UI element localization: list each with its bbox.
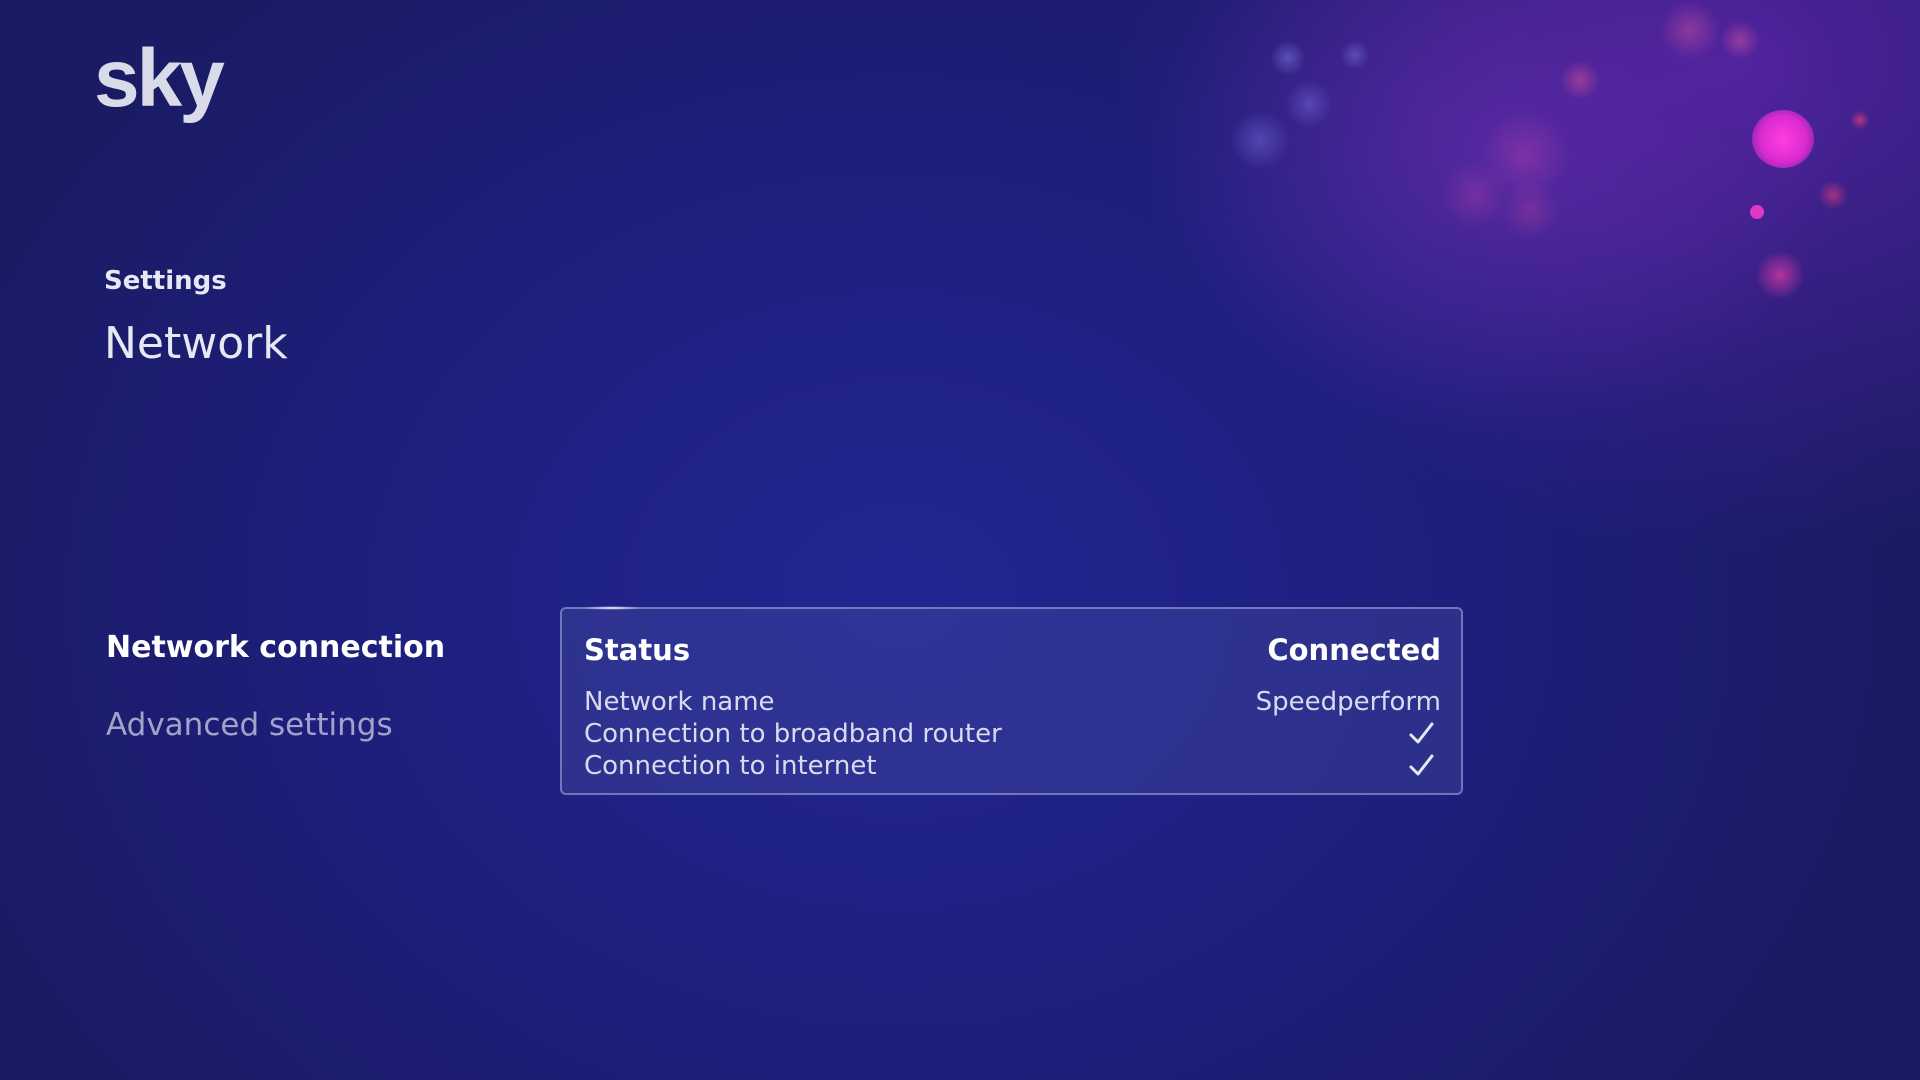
- decorative-bokeh: [1480, 110, 1570, 200]
- decorative-bokeh: [1752, 110, 1814, 168]
- network-status-panel: Status Connected Network name Speedperfo…: [560, 606, 1463, 795]
- page-title: Network: [104, 318, 288, 369]
- network-name-row: Network name Speedperform: [584, 687, 1441, 717]
- breadcrumb: Settings: [104, 266, 227, 296]
- menu-item-network-connection[interactable]: Network connection: [106, 630, 445, 665]
- sky-logo: sky: [94, 33, 225, 124]
- decorative-bokeh: [1285, 80, 1333, 128]
- internet-connection-row: Connection to internet: [584, 751, 1441, 781]
- decorative-bokeh: [1560, 60, 1600, 100]
- decorative-bokeh: [1230, 110, 1290, 170]
- decorative-bokeh: [1818, 180, 1848, 210]
- menu-item-advanced-settings[interactable]: Advanced settings: [106, 707, 393, 743]
- checkmark-icon: [1409, 754, 1434, 776]
- decorative-bokeh: [1340, 40, 1370, 70]
- router-connection-row: Connection to broadband router: [584, 719, 1441, 749]
- status-row: Status Connected: [584, 633, 1441, 667]
- decorative-bokeh: [1440, 160, 1510, 230]
- status-label: Status: [584, 633, 691, 667]
- network-name-value: Speedperform: [1255, 687, 1441, 717]
- decorative-bokeh: [1660, 0, 1720, 60]
- decorative-bokeh: [1750, 205, 1764, 219]
- internet-connection-label: Connection to internet: [584, 751, 877, 781]
- focus-glow: [582, 606, 642, 610]
- decorative-bokeh: [1850, 110, 1870, 130]
- network-name-label: Network name: [584, 687, 775, 717]
- decorative-bokeh: [1500, 180, 1560, 240]
- decorative-bokeh: [1720, 20, 1760, 60]
- router-connection-label: Connection to broadband router: [584, 719, 1002, 749]
- decorative-bokeh: [1270, 40, 1306, 76]
- checkmark-icon: [1409, 722, 1434, 744]
- status-value: Connected: [1267, 633, 1441, 667]
- decorative-bokeh: [1755, 250, 1805, 300]
